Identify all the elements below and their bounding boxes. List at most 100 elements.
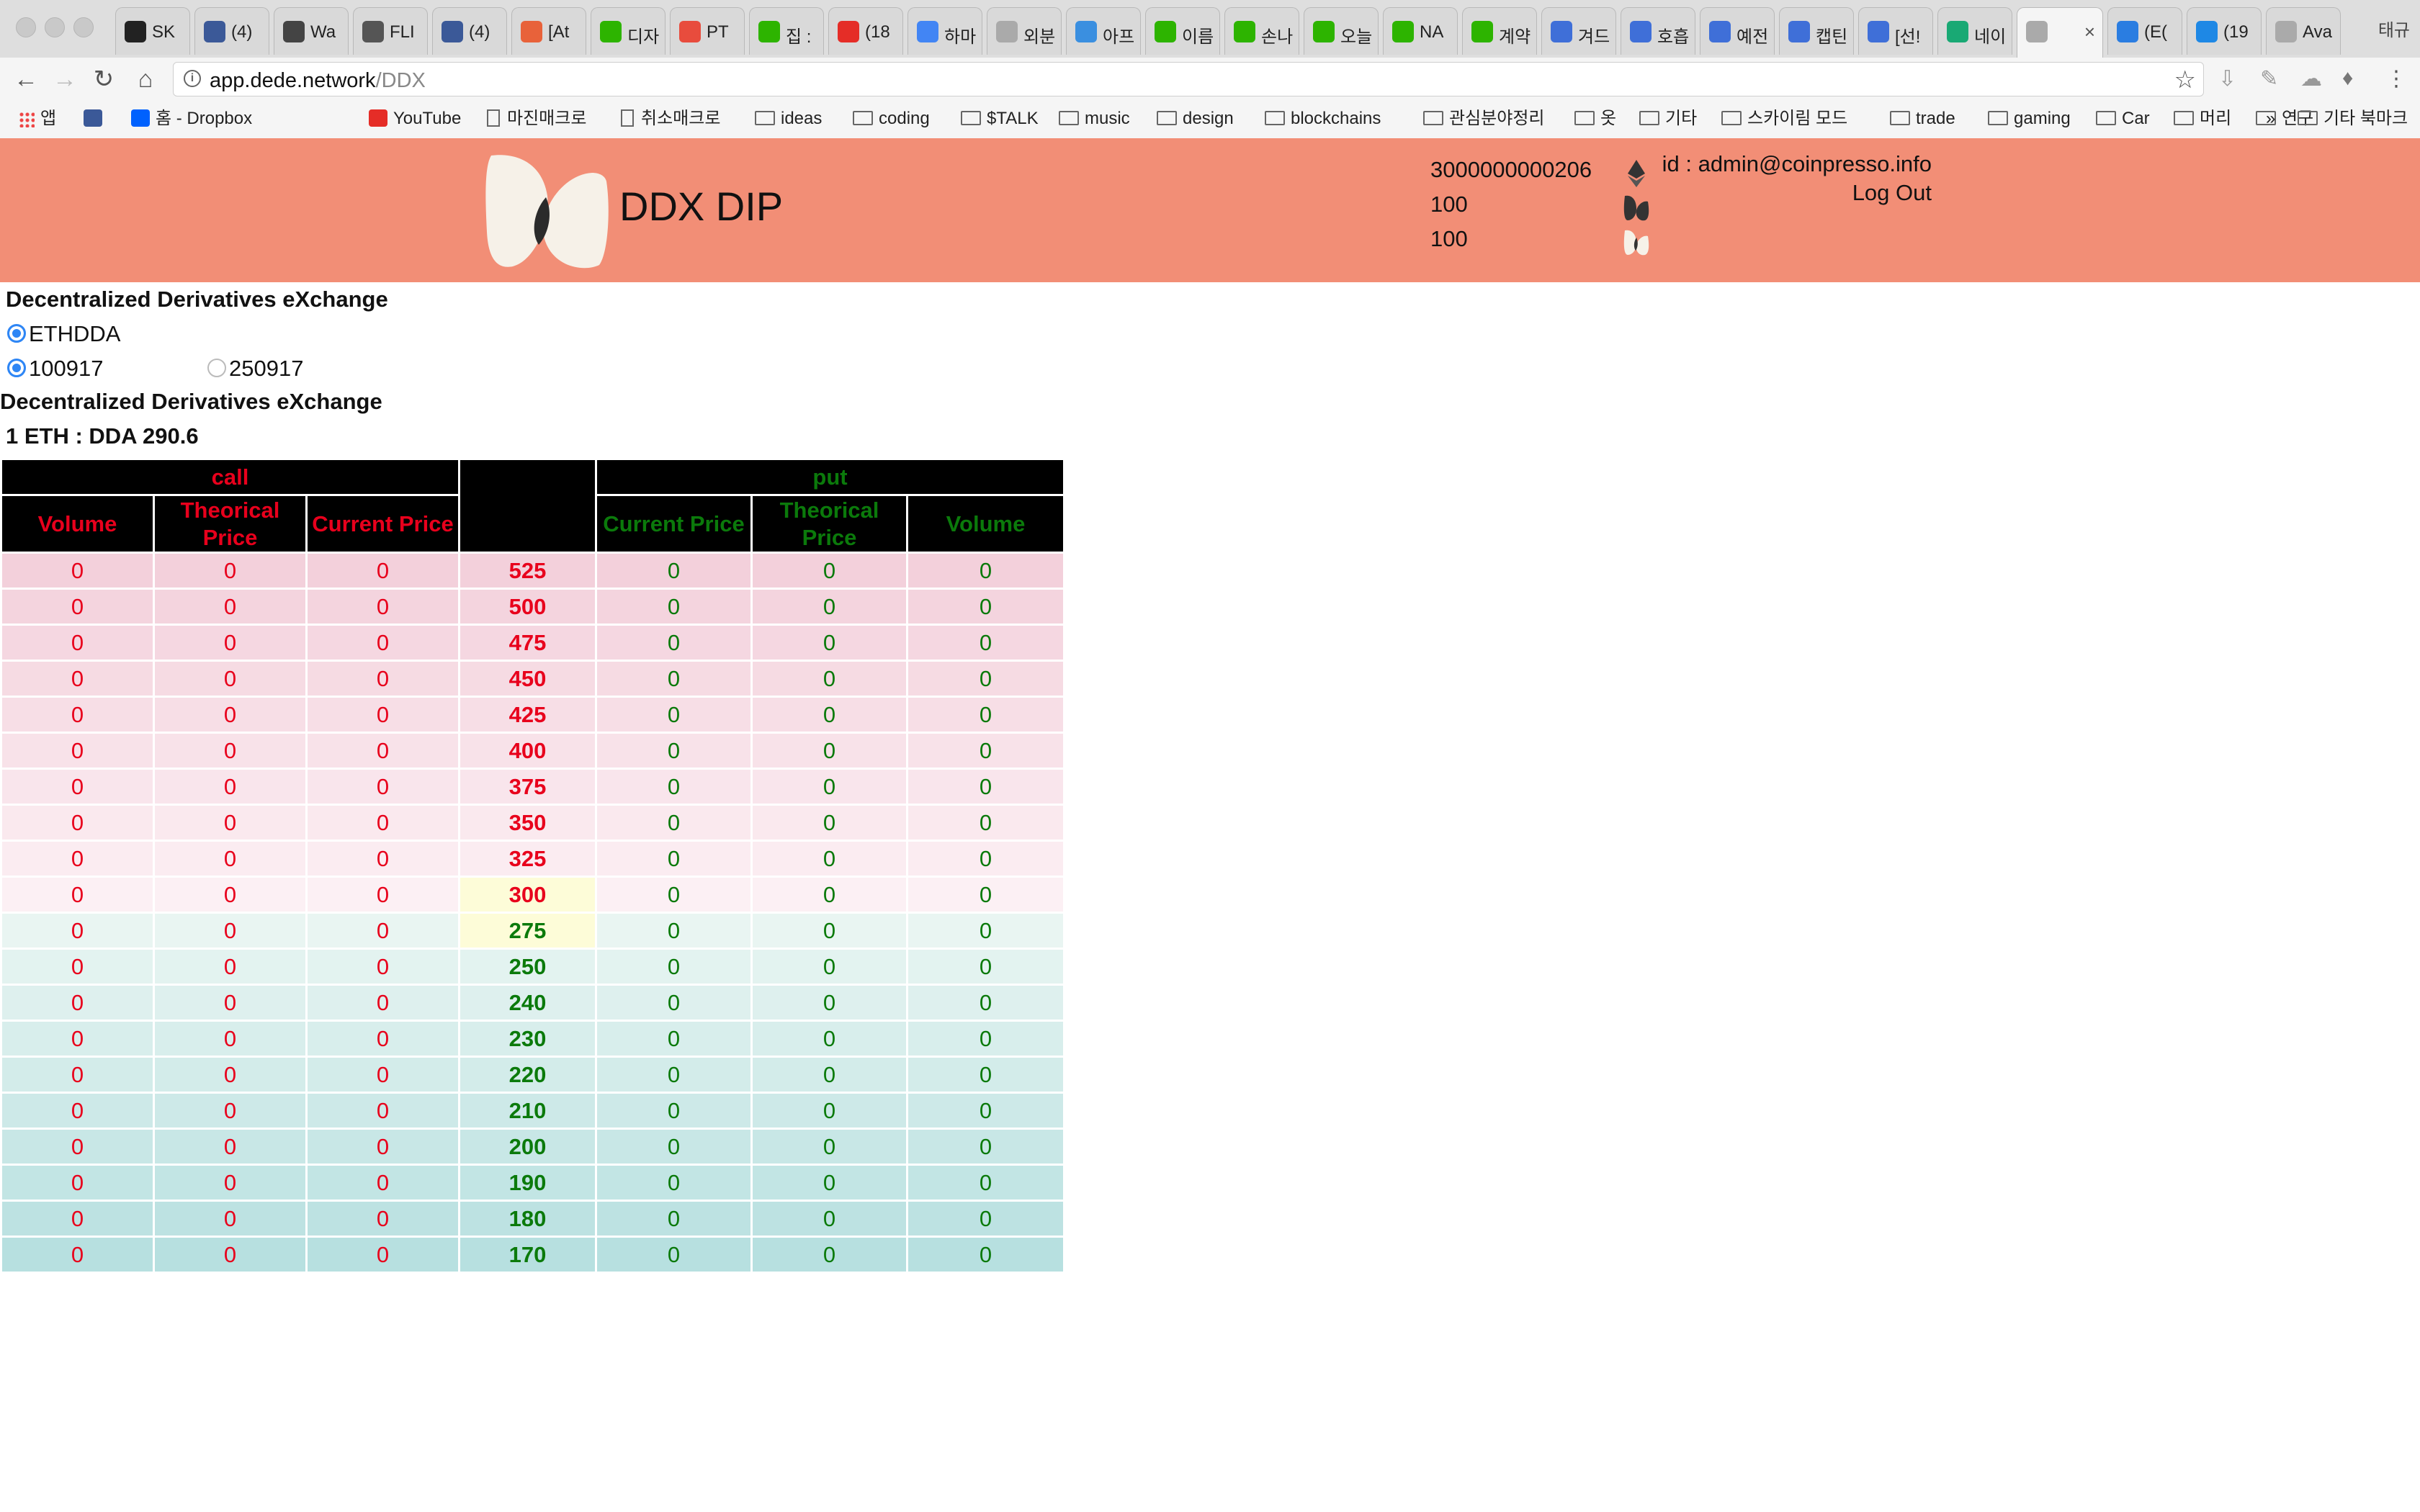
call-theorical-price-cell[interactable]: 0 — [153, 624, 308, 662]
call-volume-cell[interactable]: 0 — [0, 552, 155, 590]
call-theorical-price-cell[interactable]: 0 — [153, 588, 308, 626]
browser-tab[interactable]: Wa — [274, 7, 349, 55]
option-row[interactable]: 0 0 0 180 0 0 0 — [0, 1200, 1065, 1238]
browser-tab[interactable]: 하마 — [908, 7, 982, 55]
bookmark-item[interactable] — [84, 108, 108, 130]
call-current-price-cell[interactable]: 0 — [305, 732, 460, 770]
call-volume-cell[interactable]: 0 — [0, 768, 155, 806]
call-current-price-cell[interactable]: 0 — [305, 1200, 460, 1238]
call-current-price-cell[interactable]: 0 — [305, 1092, 460, 1130]
put-theorical-price-cell[interactable]: 0 — [750, 696, 908, 734]
bookmark-item[interactable]: ideas — [755, 108, 822, 130]
asset-radio[interactable] — [7, 323, 26, 343]
bookmark-item[interactable]: 마진매크로 — [487, 108, 586, 130]
put-theorical-price-cell[interactable]: 0 — [750, 1164, 908, 1202]
call-volume-cell[interactable]: 0 — [0, 840, 155, 878]
call-theorical-price-cell[interactable]: 0 — [153, 1200, 308, 1238]
bookmark-star-icon[interactable]: ☆ — [2174, 66, 2196, 94]
call-theorical-price-cell[interactable]: 0 — [153, 768, 308, 806]
call-current-price-cell[interactable]: 0 — [305, 876, 460, 914]
browser-tab[interactable]: NA — [1383, 7, 1458, 55]
put-volume-cell[interactable]: 0 — [906, 768, 1065, 806]
window-zoom-button[interactable] — [73, 17, 94, 37]
option-row[interactable]: 0 0 0 450 0 0 0 — [0, 660, 1065, 698]
browser-tab[interactable]: (4) — [432, 7, 507, 55]
browser-tab[interactable]: [선! — [1858, 7, 1933, 55]
put-volume-cell[interactable]: 0 — [906, 660, 1065, 698]
put-volume-cell[interactable]: 0 — [906, 876, 1065, 914]
bookmark-item[interactable]: YouTube — [369, 108, 461, 130]
put-volume-cell[interactable]: 0 — [906, 1092, 1065, 1130]
call-volume-cell[interactable]: 0 — [0, 1236, 155, 1274]
put-theorical-price-cell[interactable]: 0 — [750, 1236, 908, 1274]
call-volume-cell[interactable]: 0 — [0, 948, 155, 986]
put-theorical-price-cell[interactable]: 0 — [750, 804, 908, 842]
option-row[interactable]: 0 0 0 350 0 0 0 — [0, 804, 1065, 842]
put-current-price-cell[interactable]: 0 — [595, 804, 753, 842]
call-volume-cell[interactable]: 0 — [0, 732, 155, 770]
put-volume-cell[interactable]: 0 — [906, 1128, 1065, 1166]
put-current-price-cell[interactable]: 0 — [595, 1236, 753, 1274]
browser-tab[interactable]: (19 — [2187, 7, 2262, 55]
browser-tab[interactable]: 외분 — [987, 7, 1062, 55]
call-current-price-cell[interactable]: 0 — [305, 1164, 460, 1202]
option-row[interactable]: 0 0 0 400 0 0 0 — [0, 732, 1065, 770]
put-current-price-cell[interactable]: 0 — [595, 768, 753, 806]
browser-tab[interactable]: 예전 — [1700, 7, 1775, 55]
put-theorical-price-cell[interactable]: 0 — [750, 912, 908, 950]
call-theorical-price-cell[interactable]: 0 — [153, 1164, 308, 1202]
call-volume-cell[interactable]: 0 — [0, 1200, 155, 1238]
put-current-price-cell[interactable]: 0 — [595, 660, 753, 698]
put-theorical-price-cell[interactable]: 0 — [750, 1128, 908, 1166]
put-current-price-cell[interactable]: 0 — [595, 588, 753, 626]
browser-tab[interactable]: FLI — [353, 7, 428, 55]
browser-tab[interactable]: Ava — [2266, 7, 2341, 55]
reload-button[interactable]: ↻ — [88, 63, 120, 95]
bookmark-item[interactable]: gaming — [1988, 108, 2071, 130]
call-current-price-cell[interactable]: 0 — [305, 660, 460, 698]
call-theorical-price-cell[interactable]: 0 — [153, 1056, 308, 1094]
window-minimize-button[interactable] — [45, 17, 65, 37]
asset-option[interactable]: ETHDDA — [7, 321, 120, 347]
option-row[interactable]: 0 0 0 250 0 0 0 — [0, 948, 1065, 986]
bookmark-item[interactable]: 스카이림 모드 — [1721, 108, 1847, 130]
put-current-price-cell[interactable]: 0 — [595, 1200, 753, 1238]
tab-close-icon[interactable]: × — [2084, 21, 2095, 43]
put-theorical-price-cell[interactable]: 0 — [750, 588, 908, 626]
put-theorical-price-cell[interactable]: 0 — [750, 1056, 908, 1094]
home-button[interactable]: ⌂ — [130, 63, 161, 95]
browser-tab[interactable]: (4) — [194, 7, 269, 55]
call-theorical-price-cell[interactable]: 0 — [153, 804, 308, 842]
expiry-radio-2[interactable] — [207, 358, 226, 377]
call-theorical-price-cell[interactable]: 0 — [153, 696, 308, 734]
call-volume-cell[interactable]: 0 — [0, 696, 155, 734]
menu-kebab-icon[interactable]: ⋮ — [2385, 66, 2407, 91]
put-theorical-price-cell[interactable]: 0 — [750, 984, 908, 1022]
bookmark-item[interactable]: music — [1059, 108, 1130, 130]
call-current-price-cell[interactable]: 0 — [305, 984, 460, 1022]
call-theorical-price-cell[interactable]: 0 — [153, 984, 308, 1022]
call-theorical-price-cell[interactable]: 0 — [153, 1236, 308, 1274]
expiry-option-1[interactable]: 100917 — [7, 356, 103, 382]
put-current-price-cell[interactable]: 0 — [595, 1164, 753, 1202]
call-theorical-price-cell[interactable]: 0 — [153, 876, 308, 914]
put-current-price-cell[interactable]: 0 — [595, 1128, 753, 1166]
put-volume-cell[interactable]: 0 — [906, 1200, 1065, 1238]
put-volume-cell[interactable]: 0 — [906, 732, 1065, 770]
put-current-price-cell[interactable]: 0 — [595, 984, 753, 1022]
bookmarks-overflow-button[interactable]: » — [2266, 108, 2275, 130]
put-theorical-price-cell[interactable]: 0 — [750, 840, 908, 878]
puzzle-extension-icon[interactable]: ✎ — [2260, 66, 2278, 91]
call-volume-cell[interactable]: 0 — [0, 912, 155, 950]
bookmark-item[interactable]: 옷 — [1574, 108, 1616, 130]
browser-tab[interactable]: 겨드 — [1541, 7, 1616, 55]
call-current-price-cell[interactable]: 0 — [305, 1056, 460, 1094]
browser-tab[interactable]: 손나 — [1224, 7, 1299, 55]
option-row[interactable]: 0 0 0 475 0 0 0 — [0, 624, 1065, 662]
put-current-price-cell[interactable]: 0 — [595, 696, 753, 734]
browser-tab[interactable]: SK — [115, 7, 190, 55]
browser-tab[interactable]: 캡틴 — [1779, 7, 1854, 55]
call-volume-cell[interactable]: 0 — [0, 660, 155, 698]
put-theorical-price-cell[interactable]: 0 — [750, 876, 908, 914]
option-row[interactable]: 0 0 0 425 0 0 0 — [0, 696, 1065, 734]
